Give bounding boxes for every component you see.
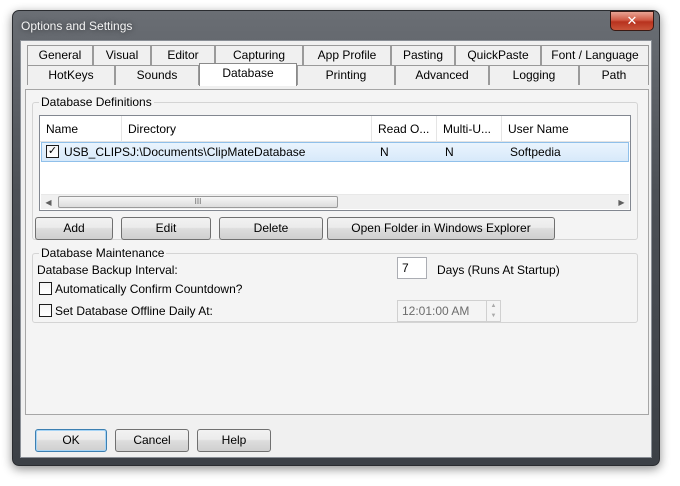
column-header-multi-user[interactable]: Multi-U... — [437, 116, 502, 142]
list-header: Name Directory Read O... Multi-U... User… — [40, 116, 630, 142]
backup-interval-unit: Days (Runs At Startup) — [437, 263, 560, 277]
tab-capturing[interactable]: Capturing — [215, 45, 303, 65]
cell-directory: J:\Documents\ClipMateDatabase — [130, 145, 306, 159]
tab-general[interactable]: General — [27, 45, 93, 65]
database-maintenance-group: Database Maintenance Database Backup Int… — [32, 246, 638, 323]
table-row[interactable]: ✓ USB_CLIPS J:\Documents\ClipMateDatabas… — [41, 142, 629, 162]
horizontal-scrollbar[interactable]: ◀ III ▶ — [41, 194, 629, 209]
database-tab-page: Database Definitions Name Directory Read… — [25, 89, 649, 415]
scroll-left-icon[interactable]: ◀ — [41, 195, 56, 210]
column-header-directory[interactable]: Directory — [122, 116, 372, 142]
tab-font-language[interactable]: Font / Language — [541, 45, 649, 65]
cell-read-only: N — [380, 145, 389, 159]
group-label-maintenance: Database Maintenance — [39, 246, 167, 260]
tab-visual[interactable]: Visual — [93, 45, 151, 65]
tab-printing[interactable]: Printing — [297, 65, 395, 85]
add-button[interactable]: Add — [35, 217, 113, 240]
cell-name: USB_CLIPS — [64, 145, 131, 159]
edit-button[interactable]: Edit — [121, 217, 211, 240]
column-header-read-only[interactable]: Read O... — [372, 116, 437, 142]
close-button[interactable]: ✕ — [610, 11, 654, 31]
tab-hotkeys[interactable]: HotKeys — [27, 65, 115, 85]
spin-up-icon[interactable]: ▲ — [487, 301, 500, 311]
close-icon: ✕ — [626, 13, 638, 28]
open-folder-button[interactable]: Open Folder in Windows Explorer — [327, 217, 555, 240]
offline-checkbox[interactable] — [39, 304, 52, 317]
tab-editor[interactable]: Editor — [151, 45, 215, 65]
tab-app-profile[interactable]: App Profile — [303, 45, 391, 65]
offline-time-input[interactable]: 12:01:00 AM ▲ ▼ — [397, 300, 501, 322]
tab-quickpaste[interactable]: QuickPaste — [455, 45, 541, 65]
database-definitions-group: Database Definitions Name Directory Read… — [32, 95, 638, 240]
ok-button[interactable]: OK — [35, 429, 107, 452]
row-checkbox[interactable]: ✓ — [46, 145, 59, 158]
options-window: Options and Settings ✕ General Visual Ed… — [12, 10, 660, 466]
group-label-definitions: Database Definitions — [39, 95, 154, 109]
backup-interval-label: Database Backup Interval: — [37, 263, 178, 277]
cell-multi-user: N — [445, 145, 454, 159]
scrollbar-thumb[interactable]: III — [58, 196, 338, 208]
dialog-client: General Visual Editor Capturing App Prof… — [20, 40, 652, 458]
scroll-right-icon[interactable]: ▶ — [614, 195, 629, 210]
window-title: Options and Settings — [21, 19, 133, 33]
tab-advanced[interactable]: Advanced — [395, 65, 489, 85]
database-list[interactable]: Name Directory Read O... Multi-U... User… — [39, 115, 631, 211]
cancel-button[interactable]: Cancel — [115, 429, 189, 452]
column-header-user-name[interactable]: User Name — [502, 116, 630, 142]
tab-path[interactable]: Path — [579, 65, 649, 85]
tab-sounds[interactable]: Sounds — [115, 65, 199, 85]
auto-confirm-checkbox[interactable] — [39, 282, 52, 295]
time-spinner[interactable]: ▲ ▼ — [486, 301, 500, 321]
help-button[interactable]: Help — [197, 429, 271, 452]
cell-user-name: Softpedia — [510, 145, 561, 159]
auto-confirm-label: Automatically Confirm Countdown? — [55, 282, 243, 296]
checkmark-icon: ✓ — [47, 145, 58, 157]
dialog-footer: OK Cancel Help — [25, 429, 649, 455]
grip-icon: III — [194, 197, 202, 206]
tab-logging[interactable]: Logging — [489, 65, 579, 85]
column-header-name[interactable]: Name — [40, 116, 122, 142]
offline-label: Set Database Offline Daily At: — [55, 304, 213, 318]
title-bar[interactable]: Options and Settings ✕ — [13, 11, 659, 41]
tab-pasting[interactable]: Pasting — [391, 45, 455, 65]
spin-down-icon[interactable]: ▼ — [487, 311, 500, 321]
backup-interval-input[interactable]: 7 — [397, 257, 427, 279]
tab-database[interactable]: Database — [199, 63, 297, 86]
delete-button[interactable]: Delete — [219, 217, 323, 240]
offline-time-value: 12:01:00 AM — [402, 304, 470, 318]
